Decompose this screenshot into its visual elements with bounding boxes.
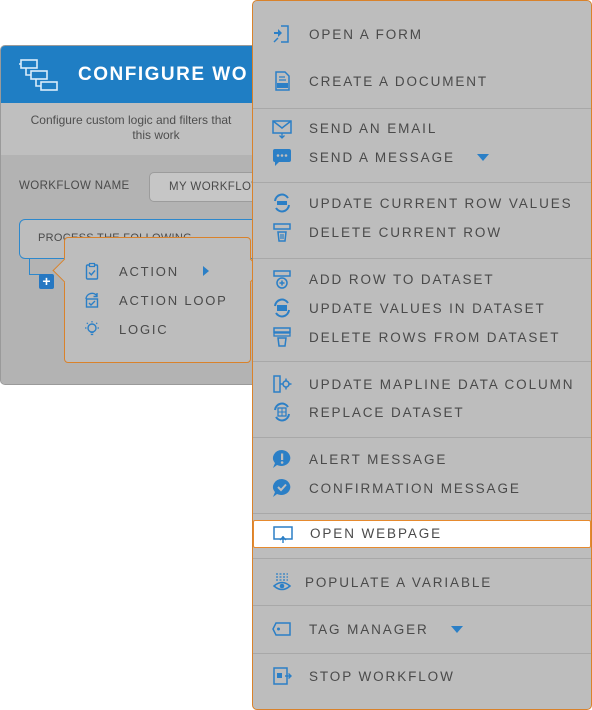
- menu-item-confirmation-message[interactable]: CONFIRMATION MESSAGE: [271, 475, 573, 501]
- workflow-name-input[interactable]: MY WORKFLOW: [149, 172, 261, 202]
- column-gear-icon: [273, 375, 292, 393]
- menu-item-update-dataset-values[interactable]: UPDATE VALUES IN DATASET: [271, 295, 573, 321]
- menu-divider: [253, 182, 591, 183]
- popup-item-action[interactable]: ACTION: [83, 260, 209, 282]
- menu-divider: [253, 605, 591, 606]
- menu-item-tag-manager[interactable]: TAG MANAGER: [271, 616, 573, 642]
- menu-divider: [253, 437, 591, 438]
- pdf-document-icon: [275, 71, 290, 91]
- action-menu: OPEN A FORM CREATE A DOCUMENT SEND AN EM…: [252, 0, 592, 710]
- menu-item-replace-dataset[interactable]: REPLACE DATASET: [271, 399, 573, 425]
- email-icon: [272, 120, 292, 139]
- confirm-bubble-icon: [273, 479, 291, 497]
- chat-bubble-icon: [273, 149, 291, 166]
- dropdown-caret-icon[interactable]: [450, 625, 463, 633]
- variable-eye-icon: [272, 573, 292, 591]
- menu-item-send-message[interactable]: SEND A MESSAGE: [271, 144, 573, 170]
- menu-item-delete-current-row[interactable]: DELETE CURRENT ROW: [271, 219, 573, 245]
- workflow-name-label: WORKFLOW NAME: [19, 180, 130, 192]
- row-add-icon: [273, 270, 291, 289]
- step-type-popup: ACTION ACTION LOOP LOGIC: [64, 237, 251, 363]
- popup-item-action-loop[interactable]: ACTION LOOP: [83, 289, 228, 311]
- add-step-button[interactable]: +: [39, 274, 54, 289]
- menu-item-alert-message[interactable]: ALERT MESSAGE: [271, 446, 573, 472]
- workflow-diagram-icon: [19, 58, 58, 91]
- dropdown-caret-icon[interactable]: [476, 153, 489, 161]
- tree-connector: [29, 259, 43, 275]
- dialog-title: CONFIGURE WO: [78, 63, 248, 85]
- row-refresh-icon: [274, 193, 290, 213]
- logic-bulb-icon: [85, 321, 99, 336]
- menu-item-stop-workflow[interactable]: STOP WORKFLOW: [271, 663, 573, 689]
- menu-item-open-form[interactable]: OPEN A FORM: [271, 21, 573, 47]
- menu-divider: [253, 513, 591, 514]
- form-icon: [273, 25, 289, 43]
- tag-icon: [272, 622, 291, 636]
- popup-item-logic[interactable]: LOGIC: [83, 318, 168, 340]
- menu-divider: [253, 108, 591, 109]
- menu-item-update-current-row[interactable]: UPDATE CURRENT ROW VALUES: [271, 190, 573, 216]
- menu-divider: [253, 558, 591, 559]
- submenu-arrow-icon: [202, 266, 209, 276]
- menu-item-create-document[interactable]: CREATE A DOCUMENT: [271, 68, 573, 94]
- menu-item-add-row[interactable]: ADD ROW TO DATASET: [271, 266, 573, 292]
- menu-divider: [253, 361, 591, 362]
- alert-bubble-icon: [273, 450, 291, 468]
- menu-item-update-mapline-column[interactable]: UPDATE MAPLINE DATA COLUMN: [271, 371, 573, 397]
- menu-item-open-webpage[interactable]: OPEN WEBPAGE: [253, 520, 591, 548]
- monitor-icon: [273, 525, 293, 543]
- dataset-refresh-icon: [274, 298, 290, 318]
- dataset-replace-icon: [274, 402, 290, 422]
- dataset-delete-icon: [273, 327, 291, 347]
- row-delete-icon: [273, 223, 291, 242]
- dialog-header: CONFIGURE WO: [1, 46, 261, 103]
- menu-item-send-email[interactable]: SEND AN EMAIL: [271, 115, 573, 141]
- menu-divider: [253, 258, 591, 259]
- loop-check-icon: [85, 292, 99, 308]
- open-webpage-row[interactable]: OPEN WEBPAGE: [272, 521, 572, 546]
- stop-workflow-icon: [273, 667, 292, 685]
- clipboard-check-icon: [85, 262, 99, 280]
- menu-item-populate-variable[interactable]: POPULATE A VARIABLE: [271, 569, 573, 595]
- menu-divider: [253, 653, 591, 654]
- menu-item-delete-dataset-rows[interactable]: DELETE ROWS FROM DATASET: [271, 324, 573, 350]
- dialog-description: Configure custom logic and filters that …: [1, 103, 261, 155]
